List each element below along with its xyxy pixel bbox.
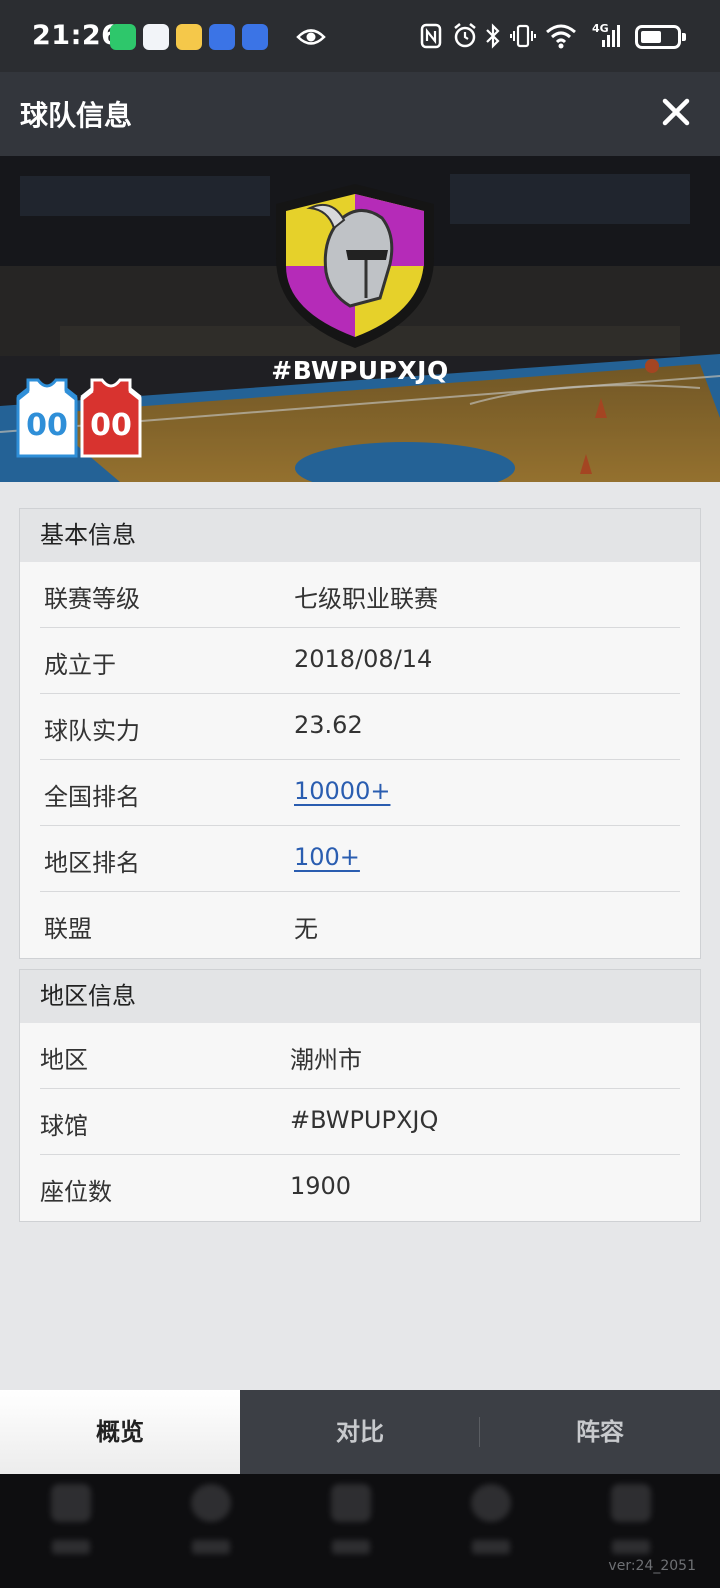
info-row-team-strength: 球队实力 23.62 xyxy=(40,694,680,760)
bluetooth-icon xyxy=(486,23,500,49)
region-info-card: 地区信息 地区 潮州市 球馆 #BWPUPXJQ 座位数 1900 xyxy=(19,969,701,1222)
row-value: 2018/08/14 xyxy=(294,645,433,673)
row-label: 座位数 xyxy=(40,1178,112,1206)
national-rank-link[interactable]: 10000+ xyxy=(294,777,390,805)
basic-info-card: 基本信息 联赛等级 七级职业联赛 成立于 2018/08/14 球队实力 23.… xyxy=(19,508,701,959)
wifi-icon xyxy=(546,24,576,49)
region-info-title: 地区信息 xyxy=(20,970,700,1023)
row-value: 1900 xyxy=(290,1172,352,1200)
shield-notification-icon xyxy=(209,24,235,50)
vibrate-icon xyxy=(510,24,536,48)
eye-icon xyxy=(296,29,326,45)
info-row-arena: 球馆 #BWPUPXJQ xyxy=(40,1089,680,1155)
blurred-game-nav: ver:24_2051 xyxy=(0,1474,720,1588)
nav-item-blurred xyxy=(31,1484,111,1554)
info-row-region: 地区 潮州市 xyxy=(40,1023,680,1089)
tab-bar: 概览 对比 阵容 xyxy=(0,1390,720,1474)
nav-item-blurred xyxy=(451,1484,531,1554)
alarm-icon xyxy=(454,23,476,48)
team-banner: #BWPUPXJQ 00 00 xyxy=(0,156,720,482)
row-value: 无 xyxy=(294,915,318,943)
status-bar: 21:26 4G xyxy=(0,0,720,72)
info-row-national-rank: 全国排名 10000+ xyxy=(40,760,680,826)
tab-compare[interactable]: 对比 xyxy=(240,1390,480,1474)
info-row-seats: 座位数 1900 xyxy=(40,1155,680,1221)
nfc-icon xyxy=(420,23,442,49)
page-title: 球队信息 xyxy=(20,99,133,132)
signal-icon xyxy=(602,25,620,47)
row-label: 联盟 xyxy=(44,915,92,943)
row-value: 潮州市 xyxy=(290,1046,362,1074)
info-row-alliance: 联盟 无 xyxy=(40,892,680,958)
row-label: 联赛等级 xyxy=(44,585,140,613)
nav-item-blurred xyxy=(171,1484,251,1554)
row-label: 球队实力 xyxy=(44,717,140,745)
tab-lineup[interactable]: 阵容 xyxy=(480,1390,720,1474)
row-value: 七级职业联赛 xyxy=(294,585,438,613)
row-value: 23.62 xyxy=(294,711,363,739)
title-bar: 球队信息 xyxy=(0,72,720,156)
tab-divider xyxy=(479,1417,480,1447)
battery-icon xyxy=(635,25,686,49)
row-label: 地区 xyxy=(40,1046,88,1074)
chat-notification-icon xyxy=(143,24,169,50)
info-row-founded: 成立于 2018/08/14 xyxy=(40,628,680,694)
tab-overview[interactable]: 概览 xyxy=(0,1390,240,1474)
region-info-list: 地区 潮州市 球馆 #BWPUPXJQ 座位数 1900 xyxy=(20,1023,700,1221)
version-label: ver:24_2051 xyxy=(608,1558,696,1574)
nav-item-blurred xyxy=(311,1484,391,1554)
home-jersey-number: 00 xyxy=(26,408,68,443)
info-row-league-level: 联赛等级 七级职业联赛 xyxy=(40,562,680,628)
basic-info-list: 联赛等级 七级职业联赛 成立于 2018/08/14 球队实力 23.62 全国… xyxy=(20,562,700,958)
browser-notification-icon xyxy=(242,24,268,50)
away-jersey-number: 00 xyxy=(90,408,132,443)
row-label: 球馆 xyxy=(40,1112,88,1140)
row-label: 成立于 xyxy=(44,651,116,679)
clock: 21:26 xyxy=(32,20,121,51)
row-value: #BWPUPXJQ xyxy=(290,1106,439,1134)
nav-item-blurred xyxy=(591,1484,671,1554)
info-row-regional-rank: 地区排名 100+ xyxy=(40,826,680,892)
kids-app-notification-icon xyxy=(176,24,202,50)
app-notification-icon xyxy=(110,24,136,50)
team-logo-shield-icon xyxy=(276,184,434,348)
basic-info-title: 基本信息 xyxy=(20,509,700,562)
row-label: 全国排名 xyxy=(44,783,140,811)
row-label: 地区排名 xyxy=(44,849,140,877)
close-icon[interactable] xyxy=(658,94,694,130)
regional-rank-link[interactable]: 100+ xyxy=(294,843,360,871)
